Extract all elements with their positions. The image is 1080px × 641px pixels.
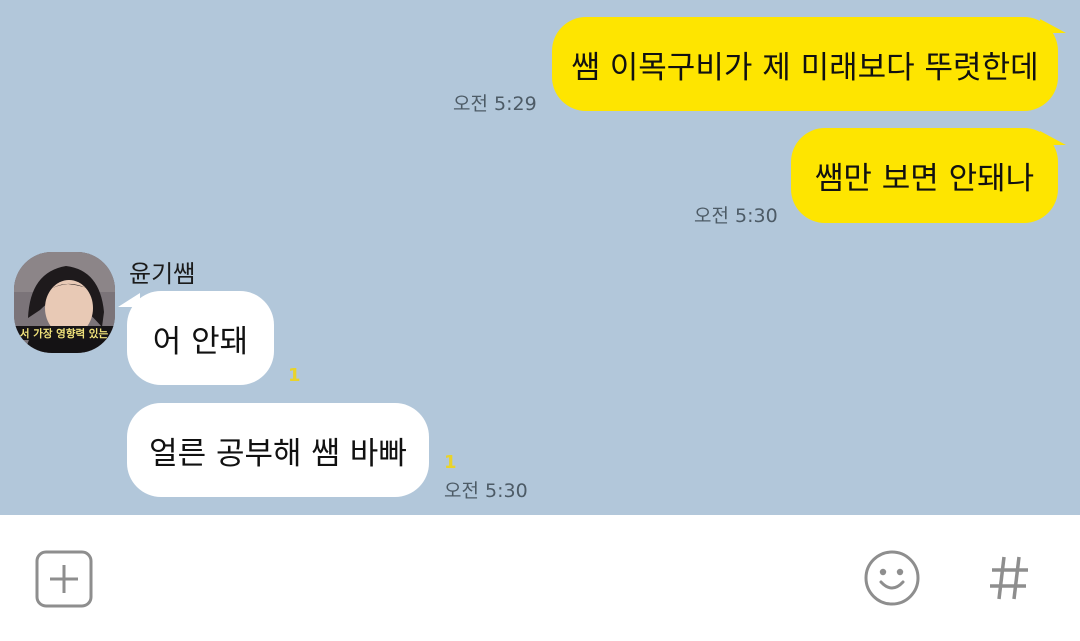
message-time: 오전 5:29: [453, 93, 537, 115]
avatar[interactable]: 서 가장 영향력 있는: [14, 252, 115, 353]
message-text: 어 안돼: [152, 323, 249, 360]
bubble-tail: [118, 293, 140, 307]
smiley-icon[interactable]: [863, 549, 921, 607]
chat-area[interactable]: 쌤 이목구비가 제 미래보다 뚜렷한데 오전 5:29 쌤만 보면 안돼나 오전…: [0, 0, 1080, 515]
message-time: 오전 5:30: [444, 480, 528, 502]
their-message-bubble[interactable]: 어 안돼: [127, 291, 274, 385]
my-message-bubble[interactable]: 쌤 이목구비가 제 미래보다 뚜렷한데: [552, 17, 1058, 111]
message-text: 쌤 이목구비가 제 미래보다 뚜렷한데: [571, 49, 1039, 86]
avatar-caption: 서 가장 영향력 있는: [20, 327, 109, 340]
unread-count: 1: [444, 452, 457, 473]
hashtag-icon[interactable]: [987, 553, 1031, 603]
bubble-tail: [1040, 131, 1066, 145]
input-bar: [0, 515, 1080, 641]
message-text: 쌤만 보면 안돼나: [814, 161, 1035, 197]
bubble-tail: [1040, 19, 1066, 33]
my-message-bubble[interactable]: 쌤만 보면 안돼나: [791, 128, 1058, 223]
plus-square-icon[interactable]: [35, 550, 93, 608]
their-message-bubble[interactable]: 얼른 공부해 쌤 바빠: [127, 403, 429, 497]
sender-name: 윤기쌤: [129, 260, 196, 288]
profile-photo: 서 가장 영향력 있는: [14, 252, 115, 353]
message-text: 얼른 공부해 쌤 바빠: [149, 435, 407, 472]
unread-count: 1: [288, 365, 301, 386]
message-time: 오전 5:30: [694, 205, 778, 227]
